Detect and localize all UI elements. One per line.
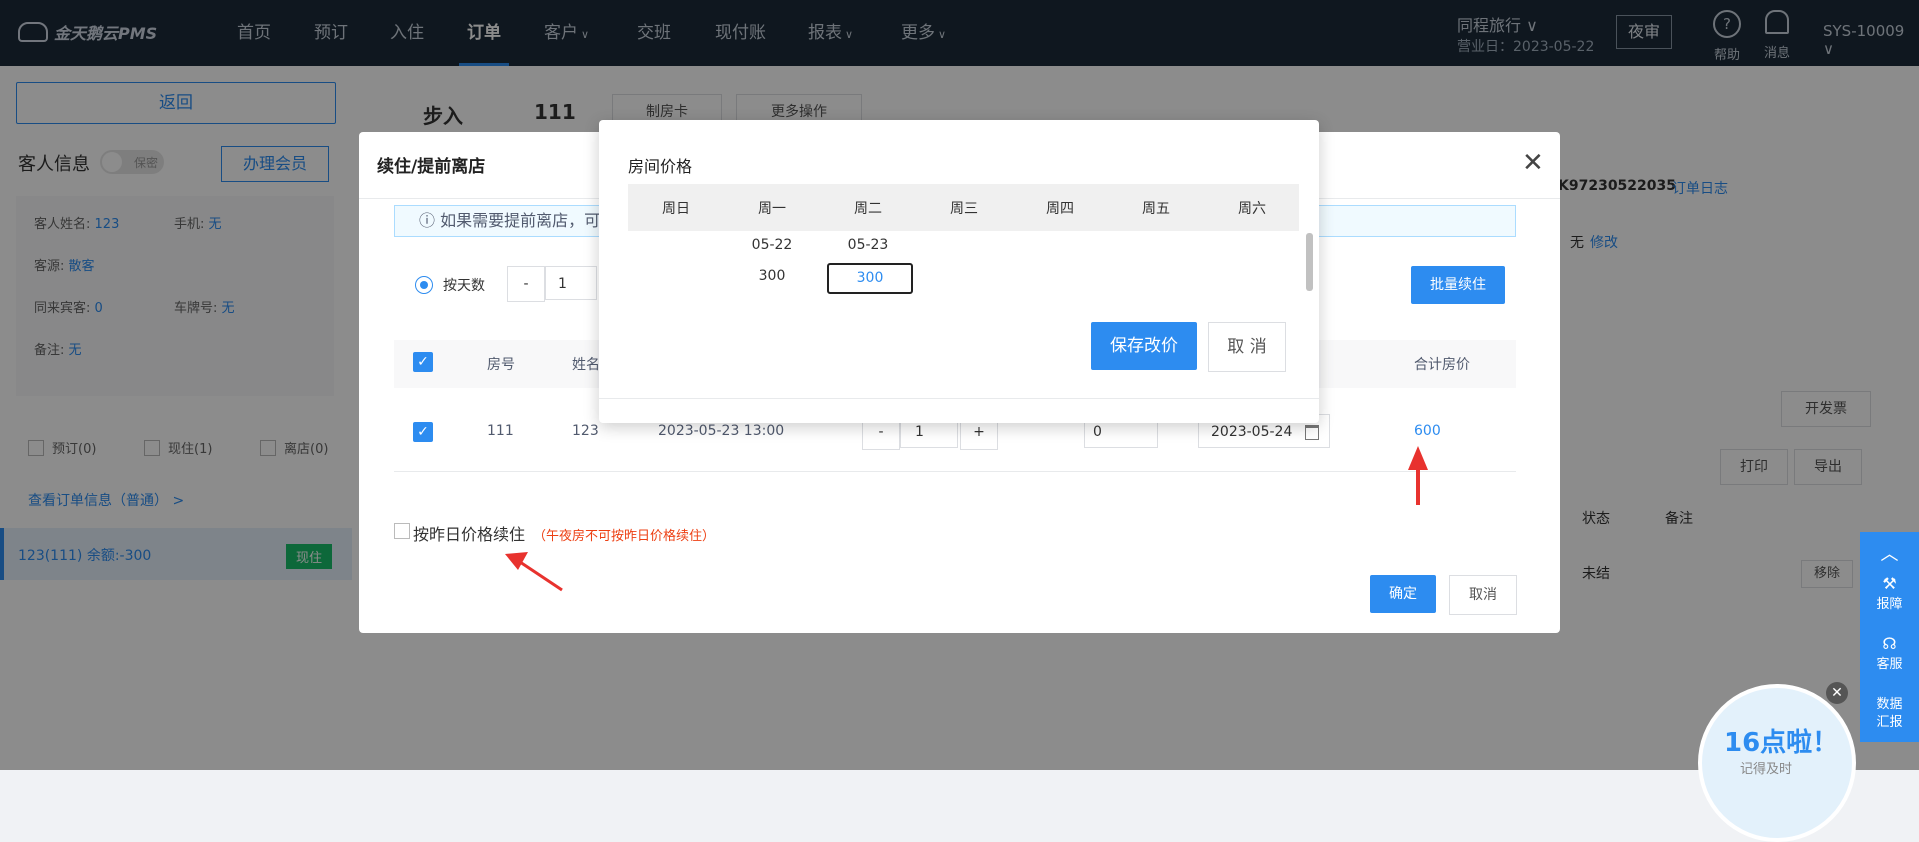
weekday-fri: 周五: [1142, 201, 1170, 217]
scrollbar[interactable]: [1306, 233, 1313, 291]
arrow-icon: [1408, 446, 1428, 505]
price-cell[interactable]: 300: [724, 268, 820, 284]
report-fault-button[interactable]: ⚒ 报障: [1860, 574, 1919, 612]
headset-icon: ☊: [1882, 634, 1897, 653]
room-price-dialog: [599, 120, 1319, 423]
arrow-icon: [505, 552, 563, 592]
divider: [599, 398, 1319, 399]
weekday-thu: 周四: [1046, 201, 1074, 217]
weekday-sat: 周六: [1238, 201, 1266, 217]
reminder-bubble[interactable]: 16点啦！ 记得及时: [1698, 684, 1856, 842]
weekday-wed: 周三: [950, 201, 978, 217]
room-price-title: 房间价格: [628, 157, 693, 176]
wrench-icon: ⚒: [1882, 574, 1897, 593]
save-price-button[interactable]: 保存改价: [1091, 322, 1197, 370]
weekday-sun: 周日: [662, 201, 690, 217]
price-input[interactable]: 300: [827, 263, 913, 294]
close-icon[interactable]: ✕: [1826, 682, 1848, 704]
weekday-mon: 周一: [758, 201, 786, 217]
date-cell: 05-22: [751, 237, 793, 253]
cancel-price-button[interactable]: 取 消: [1208, 322, 1286, 372]
chevron-up-icon[interactable]: ︿: [1860, 540, 1919, 566]
date-cell: 05-23: [847, 237, 889, 253]
weekday-tue: 周二: [854, 201, 882, 217]
customer-service-button[interactable]: ☊ 客服: [1860, 634, 1919, 672]
data-report-button[interactable]: 数据 汇报: [1860, 696, 1919, 732]
